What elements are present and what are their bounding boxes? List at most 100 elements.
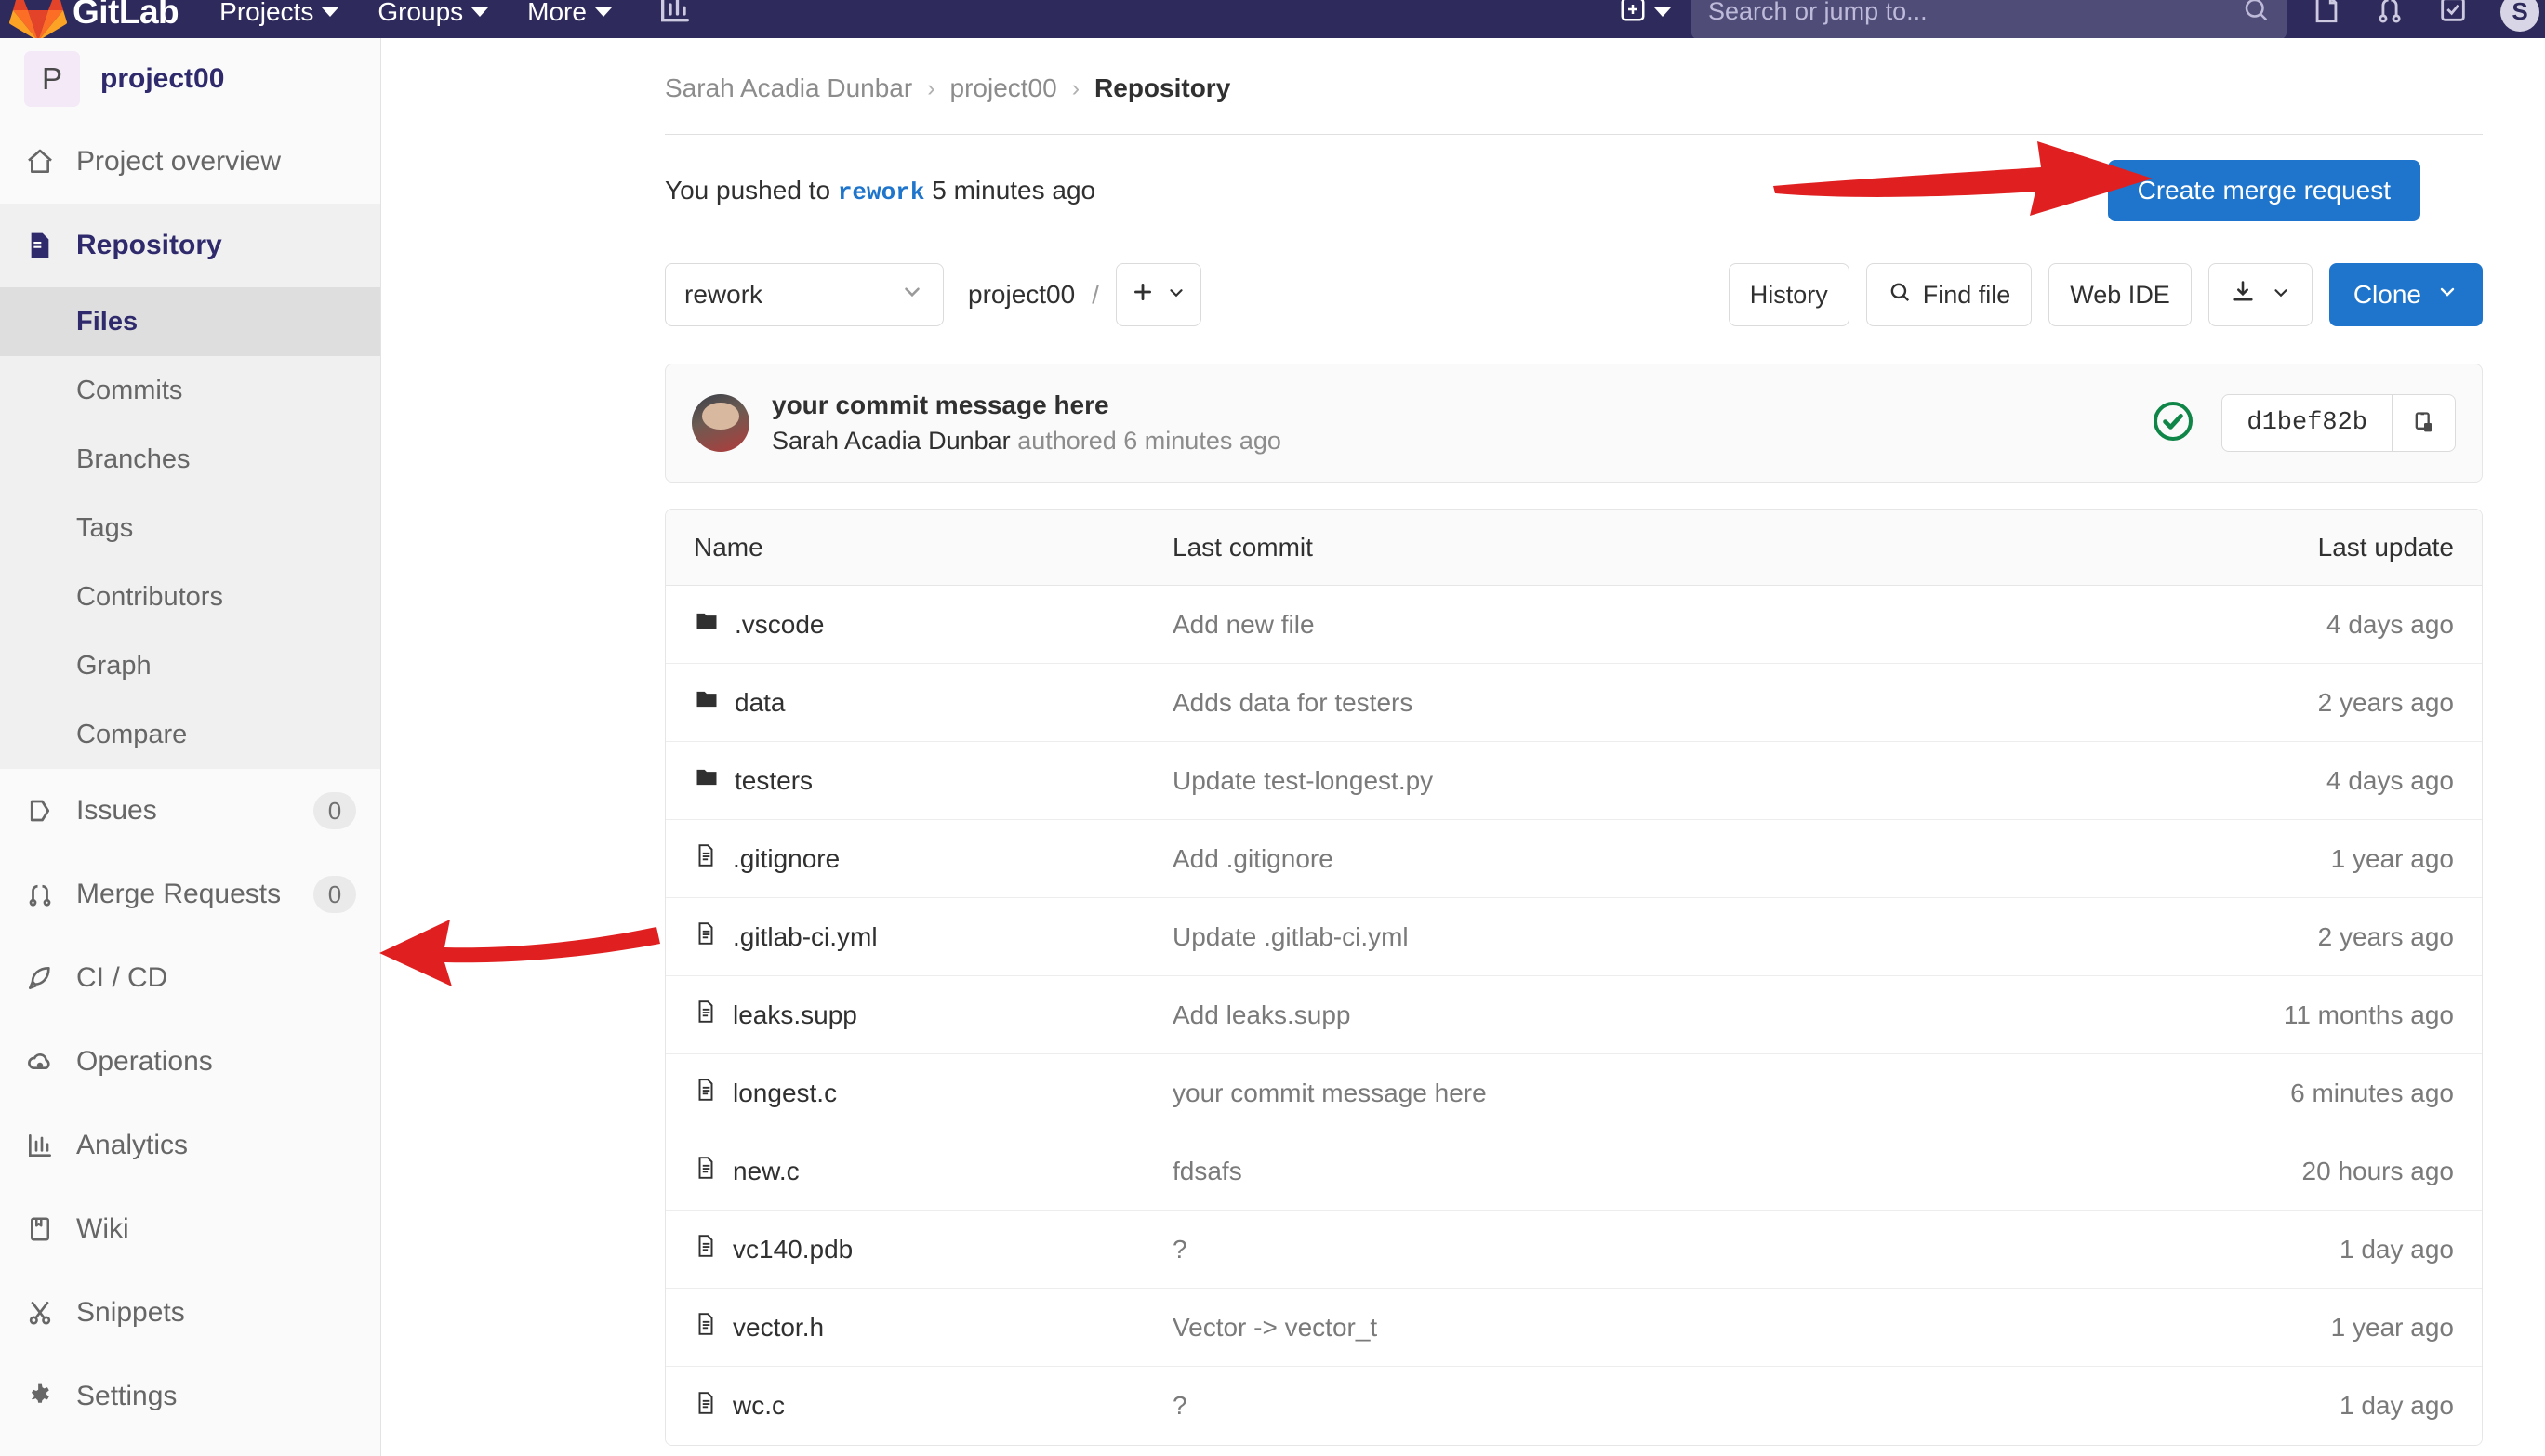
search-input[interactable]: Search or jump to... bbox=[1691, 0, 2287, 38]
nav-item-more[interactable]: More bbox=[527, 0, 612, 27]
sidebar-item-ci-cd[interactable]: CI / CD bbox=[0, 936, 380, 1020]
last-commit-cell[interactable]: your commit message here bbox=[1173, 1079, 2091, 1108]
file-name-cell[interactable]: wc.c bbox=[666, 1390, 1173, 1423]
issues-icon[interactable] bbox=[2311, 0, 2342, 30]
file-name-cell[interactable]: .gitlab-ci.yml bbox=[666, 920, 1173, 953]
nav-item-groups[interactable]: Groups bbox=[378, 0, 488, 27]
table-row[interactable]: .gitignoreAdd .gitignore1 year ago bbox=[666, 820, 2482, 898]
sidebar-item-settings[interactable]: Settings bbox=[0, 1355, 380, 1438]
last-commit-cell[interactable]: Add leaks.supp bbox=[1173, 1000, 2091, 1030]
last-commit-cell[interactable]: ? bbox=[1173, 1235, 2091, 1264]
sidebar-item-operations[interactable]: Operations bbox=[0, 1020, 380, 1104]
sidebar-item-graph[interactable]: Graph bbox=[0, 631, 380, 700]
file-name-label: vector.h bbox=[733, 1313, 824, 1343]
create-new-button[interactable] bbox=[1619, 0, 1671, 28]
sidebar-item-wiki[interactable]: Wiki bbox=[0, 1187, 380, 1271]
todos-icon[interactable] bbox=[2437, 0, 2469, 30]
add-to-repository-button[interactable] bbox=[1116, 263, 1201, 326]
last-commit-cell[interactable]: fdsafs bbox=[1173, 1157, 2091, 1186]
web-ide-button[interactable]: Web IDE bbox=[2048, 263, 2192, 326]
nav-item-projects[interactable]: Projects bbox=[219, 0, 338, 27]
table-row[interactable]: dataAdds data for testers2 years ago bbox=[666, 664, 2482, 742]
clone-button[interactable]: Clone bbox=[2329, 263, 2483, 326]
file-name-cell[interactable]: vector.h bbox=[666, 1311, 1173, 1343]
file-icon bbox=[694, 920, 718, 953]
file-name-cell[interactable]: vc140.pdb bbox=[666, 1233, 1173, 1265]
gitlab-logo-icon[interactable] bbox=[9, 0, 69, 38]
repository-toolbar: rework project00 / History Find file We bbox=[381, 246, 2545, 343]
document-icon bbox=[24, 230, 56, 261]
sidebar-item-analytics[interactable]: Analytics bbox=[0, 1104, 380, 1187]
breadcrumb-project[interactable]: project00 bbox=[950, 73, 1057, 103]
file-name-cell[interactable]: testers bbox=[666, 764, 1173, 797]
sidebar-item-project-overview[interactable]: Project overview bbox=[0, 120, 380, 204]
commit-details: your commit message here Sarah Acadia Du… bbox=[772, 390, 1281, 456]
file-name-cell[interactable]: longest.c bbox=[666, 1077, 1173, 1109]
last-commit-cell[interactable]: Adds data for testers bbox=[1173, 688, 2091, 718]
breadcrumb: Sarah Acadia Dunbar › project00 › Reposi… bbox=[381, 38, 2545, 103]
download-source-button[interactable] bbox=[2208, 263, 2313, 326]
commit-author-name[interactable]: Sarah Acadia Dunbar bbox=[772, 427, 1011, 455]
commit-sha[interactable]: d1bef82b bbox=[2222, 395, 2392, 451]
user-avatar[interactable]: S bbox=[2500, 0, 2539, 32]
table-row[interactable]: .vscodeAdd new file4 days ago bbox=[666, 586, 2482, 664]
gear-icon bbox=[24, 1381, 56, 1412]
table-row[interactable]: .gitlab-ci.ymlUpdate .gitlab-ci.yml2 yea… bbox=[666, 898, 2482, 976]
file-table-header: Name Last commit Last update bbox=[666, 510, 2482, 586]
issues-count-badge: 0 bbox=[313, 792, 356, 829]
breadcrumb-owner[interactable]: Sarah Acadia Dunbar bbox=[665, 73, 912, 103]
merge-requests-icon[interactable] bbox=[2374, 0, 2406, 30]
history-button[interactable]: History bbox=[1729, 263, 1849, 326]
table-row[interactable]: testersUpdate test-longest.py4 days ago bbox=[666, 742, 2482, 820]
sidebar-project-header[interactable]: P project00 bbox=[0, 38, 380, 120]
last-commit-cell[interactable]: ? bbox=[1173, 1391, 2091, 1421]
table-row[interactable]: new.cfdsafs20 hours ago bbox=[666, 1132, 2482, 1211]
sidebar-item-issues-label: Issues bbox=[76, 795, 157, 827]
path-project[interactable]: project00 bbox=[968, 280, 1075, 310]
sidebar-item-tags[interactable]: Tags bbox=[0, 494, 380, 563]
last-update-cell: 4 days ago bbox=[2091, 610, 2482, 640]
file-name-cell[interactable]: leaks.supp bbox=[666, 999, 1173, 1031]
sidebar-item-branches[interactable]: Branches bbox=[0, 425, 380, 494]
last-commit-cell[interactable]: Add .gitignore bbox=[1173, 844, 2091, 874]
push-notice-branch[interactable]: rework bbox=[838, 179, 925, 206]
file-name-label: longest.c bbox=[733, 1079, 837, 1108]
last-commit-cell[interactable]: Update .gitlab-ci.yml bbox=[1173, 922, 2091, 952]
sidebar-item-contributors[interactable]: Contributors bbox=[0, 563, 380, 631]
last-update-cell: 1 year ago bbox=[2091, 844, 2482, 874]
project-name: project00 bbox=[100, 63, 224, 95]
file-name-cell[interactable]: new.c bbox=[666, 1155, 1173, 1187]
file-icon bbox=[694, 1311, 718, 1343]
table-row[interactable]: leaks.suppAdd leaks.supp11 months ago bbox=[666, 976, 2482, 1054]
find-file-button[interactable]: Find file bbox=[1866, 263, 2033, 326]
table-row[interactable]: vector.hVector -> vector_t1 year ago bbox=[666, 1289, 2482, 1367]
commit-message[interactable]: your commit message here bbox=[772, 390, 1281, 420]
chevron-down-icon bbox=[2436, 280, 2459, 310]
last-commit-cell[interactable]: Update test-longest.py bbox=[1173, 766, 2091, 796]
chart-icon bbox=[24, 1130, 56, 1161]
file-name-cell[interactable]: data bbox=[666, 686, 1173, 719]
sidebar-item-issues[interactable]: Issues 0 bbox=[0, 769, 380, 853]
file-name-cell[interactable]: .vscode bbox=[666, 608, 1173, 641]
dashboard-chart-icon[interactable] bbox=[656, 0, 694, 33]
create-merge-request-button[interactable]: Create merge request bbox=[2108, 160, 2420, 221]
pipeline-passed-icon[interactable] bbox=[2151, 399, 2195, 448]
table-row[interactable]: longest.cyour commit message here6 minut… bbox=[666, 1054, 2482, 1132]
sidebar-item-commits[interactable]: Commits bbox=[0, 356, 380, 425]
file-name-label: new.c bbox=[733, 1157, 800, 1186]
last-commit-cell[interactable]: Vector -> vector_t bbox=[1173, 1313, 2091, 1343]
table-row[interactable]: vc140.pdb?1 day ago bbox=[666, 1211, 2482, 1289]
file-name-cell[interactable]: .gitignore bbox=[666, 842, 1173, 875]
clipboard-icon[interactable] bbox=[2392, 395, 2455, 451]
branch-selector[interactable]: rework bbox=[665, 263, 944, 326]
last-commit-cell[interactable]: Add new file bbox=[1173, 610, 2091, 640]
sidebar-item-merge-requests[interactable]: Merge Requests 0 bbox=[0, 853, 380, 936]
main-content: Sarah Acadia Dunbar › project00 › Reposi… bbox=[381, 38, 2545, 1456]
folder-icon bbox=[694, 686, 720, 719]
sidebar-item-compare[interactable]: Compare bbox=[0, 700, 380, 769]
table-row[interactable]: wc.c?1 day ago bbox=[666, 1367, 2482, 1445]
sidebar-item-files[interactable]: Files bbox=[0, 287, 380, 356]
sidebar-item-snippets[interactable]: Snippets bbox=[0, 1271, 380, 1355]
breadcrumb-separator: › bbox=[1072, 75, 1080, 102]
sidebar-item-repository[interactable]: Repository bbox=[0, 204, 380, 287]
